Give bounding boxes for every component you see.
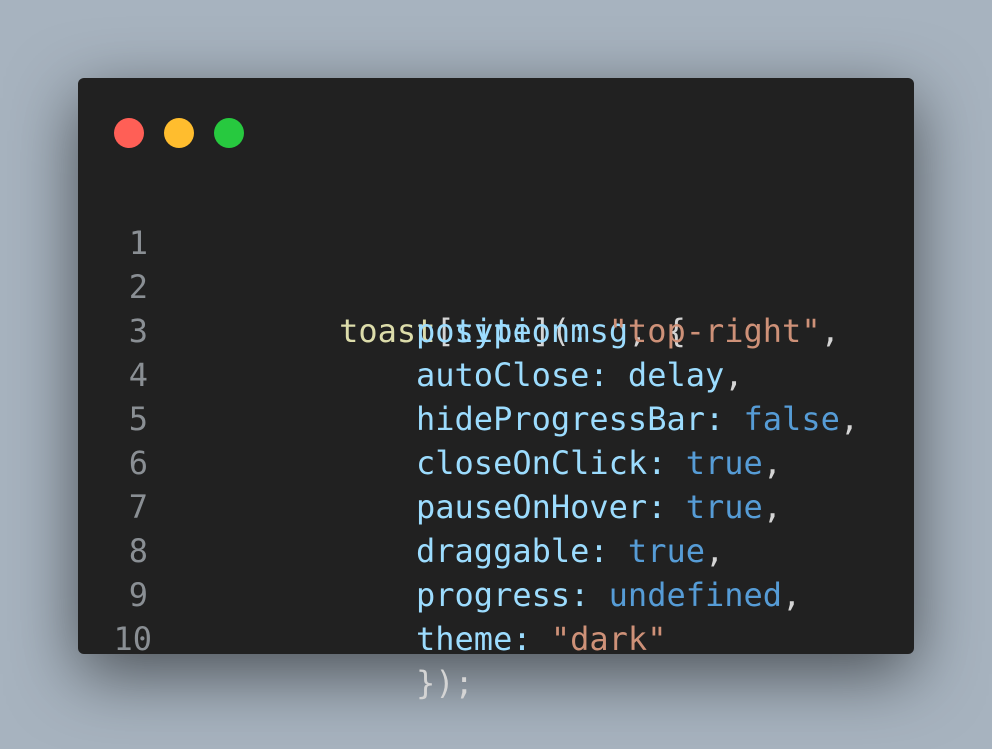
colon-token: : (512, 620, 551, 658)
code-line: 6 pauseOnHover: true, (78, 397, 914, 526)
punctuation-token: }); (416, 664, 474, 702)
code-line: 3 autoClose: delay, (78, 265, 914, 394)
code-line: 10 }); (78, 573, 914, 702)
string-token: "dark" (550, 620, 667, 658)
code-window: 1 toast[type](msg, { 2 position: "top-ri… (78, 78, 914, 702)
code-block: 1 toast[type](msg, { 2 position: "top-ri… (78, 177, 914, 702)
code-line: 1 toast[type](msg, { (78, 177, 914, 350)
code-line: 4 hideProgressBar: false, (78, 309, 914, 438)
maximize-dot-icon[interactable] (214, 118, 244, 148)
code-line: 7 draggable: true, (78, 441, 914, 570)
line-content: }); (185, 661, 474, 705)
line-number: 10 (113, 620, 152, 658)
minimize-dot-icon[interactable] (164, 118, 194, 148)
code-line: 5 closeOnClick: true, (78, 353, 914, 482)
code-line: 2 position: "top-right", (78, 221, 914, 350)
code-line: 9 theme: "dark" (78, 529, 914, 658)
property-token: theme (416, 620, 513, 658)
close-dot-icon[interactable] (114, 118, 144, 148)
code-line: 8 progress: undefined, (78, 485, 914, 614)
line-content: theme: "dark" (185, 617, 666, 661)
